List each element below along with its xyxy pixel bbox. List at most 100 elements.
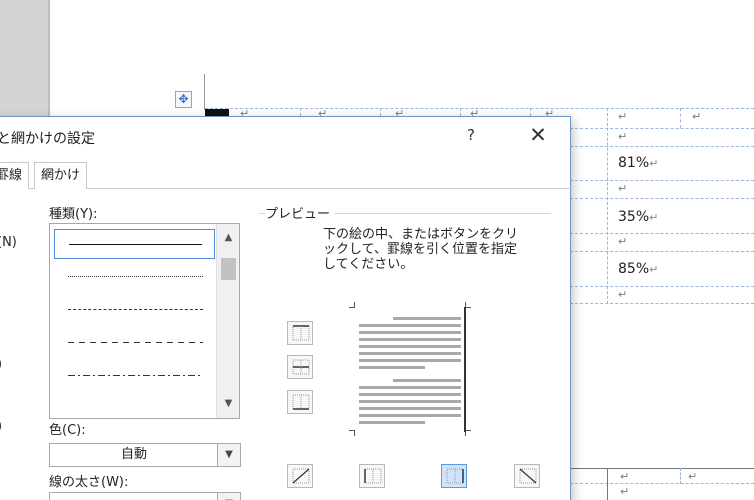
cell-mark: ↵ [618, 182, 628, 195]
color-value: 自動 [120, 447, 147, 462]
table-gridline [680, 468, 681, 484]
preview-text-line [359, 359, 461, 362]
preview-text-line [359, 400, 461, 403]
preview-text-line [393, 317, 461, 320]
preview-instruction: 下の絵の中、またはボタンをクリックして、罫線を引く位置を指定してください。 [323, 227, 519, 272]
preview-text-line [359, 366, 425, 369]
line-style-list[interactable]: ▲ ▼ [49, 223, 240, 419]
bottom-border-icon [292, 394, 310, 410]
cell-mark: ↵ [649, 157, 659, 170]
percent-text: 35% [618, 209, 650, 225]
table-cell-value[interactable]: 85%↵ [618, 261, 658, 277]
table-move-handle-icon[interactable]: ✥ [175, 91, 192, 108]
table-gridline [570, 483, 754, 484]
setting-label[interactable]: ) [0, 357, 2, 372]
color-label: 色(C): [49, 423, 86, 438]
inside-horizontal-border-button[interactable] [287, 355, 313, 379]
top-border-button[interactable] [287, 321, 313, 345]
tab-strip: 罫線 網かけ [0, 162, 572, 189]
left-border-icon [364, 468, 382, 484]
line-style-fine-dash[interactable] [54, 295, 215, 325]
cell-mark: ↵ [692, 110, 702, 123]
cell-mark: ↵ [618, 130, 628, 143]
cell-mark: ↵ [618, 288, 628, 301]
cell-mark: ↵ [620, 470, 630, 483]
line-style-dash-dot[interactable] [54, 361, 215, 391]
table-gridline [380, 108, 381, 116]
scrollbar-thumb[interactable] [221, 258, 236, 280]
style-list-scrollbar[interactable]: ▲ ▼ [216, 224, 239, 418]
preview-title: プレビュー [265, 203, 335, 222]
close-button[interactable]: ✕ [524, 122, 552, 148]
table-gridline [205, 108, 754, 109]
chevron-down-icon[interactable]: ▼ [217, 394, 240, 414]
table-gridline [570, 180, 754, 181]
bottom-border-button[interactable] [287, 390, 313, 414]
table-cell-value[interactable]: 81%↵ [618, 155, 658, 171]
cell-mark: ↵ [649, 263, 659, 276]
top-border-icon [292, 325, 310, 341]
cell-mark: ↵ [688, 470, 698, 483]
diagonal-down-border-button[interactable] [514, 464, 540, 488]
table-cell-value[interactable]: 35%↵ [618, 209, 658, 225]
chevron-down-icon[interactable]: ▼ [217, 444, 240, 466]
preview-text-line [359, 393, 461, 396]
diagonal-up-border-button[interactable] [287, 464, 313, 488]
preview-text-line [359, 324, 461, 327]
color-select[interactable]: 自動 ▼ [49, 443, 241, 467]
table-gridline [460, 108, 461, 116]
tab-shading[interactable]: 網かけ [34, 162, 88, 189]
width-label: 線の太さ(W): [49, 475, 129, 490]
cell-mark: ↵ [618, 110, 628, 123]
preview-text-line [359, 414, 461, 417]
cell-mark: ↵ [620, 485, 630, 498]
inside-horizontal-border-icon [292, 359, 310, 375]
table-gridline [570, 128, 754, 129]
table-gridline [530, 108, 531, 116]
table-gridline [570, 233, 754, 234]
chevron-up-icon[interactable]: ▲ [217, 228, 240, 248]
diagonal-up-border-icon [292, 468, 310, 484]
table-gridline [570, 468, 754, 469]
table-gridline [680, 108, 681, 128]
preview-text-line [359, 338, 461, 341]
table-gridline [570, 303, 754, 304]
left-border-button[interactable] [359, 464, 385, 488]
borders-shading-dialog: と網かけの設定 ? ✕ 罫線 網かけ (N) ) ) 種類(Y): ▲ ▼ 色(… [0, 116, 572, 500]
cell-mark: ↵ [618, 235, 628, 248]
table-gridline [570, 198, 754, 199]
cell-mark: ↵ [649, 211, 659, 224]
diagonal-down-border-icon [519, 468, 537, 484]
preview-text-line [359, 421, 425, 424]
line-width-select[interactable]: ▼ [49, 492, 241, 500]
percent-text: 85% [618, 261, 650, 277]
table-gridline [570, 286, 754, 287]
tab-borders[interactable]: 罫線 [0, 162, 30, 189]
preview-text-line [359, 352, 461, 355]
preview-text-line [359, 386, 461, 389]
line-style-solid[interactable] [54, 229, 215, 259]
help-button[interactable]: ? [467, 126, 475, 144]
preview-right-border[interactable] [464, 307, 466, 432]
setting-label[interactable]: ) [0, 419, 2, 434]
style-label: 種類(Y): [49, 207, 98, 222]
preview-text-line [359, 345, 461, 348]
border-preview[interactable] [349, 302, 474, 437]
setting-label[interactable]: (N) [0, 235, 17, 250]
right-border-button[interactable] [441, 464, 467, 488]
table-gridline [570, 251, 754, 252]
crop-mark [204, 74, 205, 110]
dialog-title: と網かけの設定 [0, 131, 95, 147]
table-gridline [607, 468, 608, 500]
right-border-icon [446, 468, 464, 484]
table-gridline [607, 108, 608, 304]
line-style-dash[interactable] [54, 328, 215, 358]
chevron-down-icon[interactable]: ▼ [217, 493, 240, 500]
table-gridline [300, 108, 301, 116]
preview-text-line [393, 379, 461, 382]
percent-text: 81% [618, 155, 650, 171]
table-gridline [570, 146, 754, 147]
line-style-dotted[interactable] [54, 262, 215, 292]
preview-text-line [359, 407, 461, 410]
preview-text-line [359, 331, 461, 334]
